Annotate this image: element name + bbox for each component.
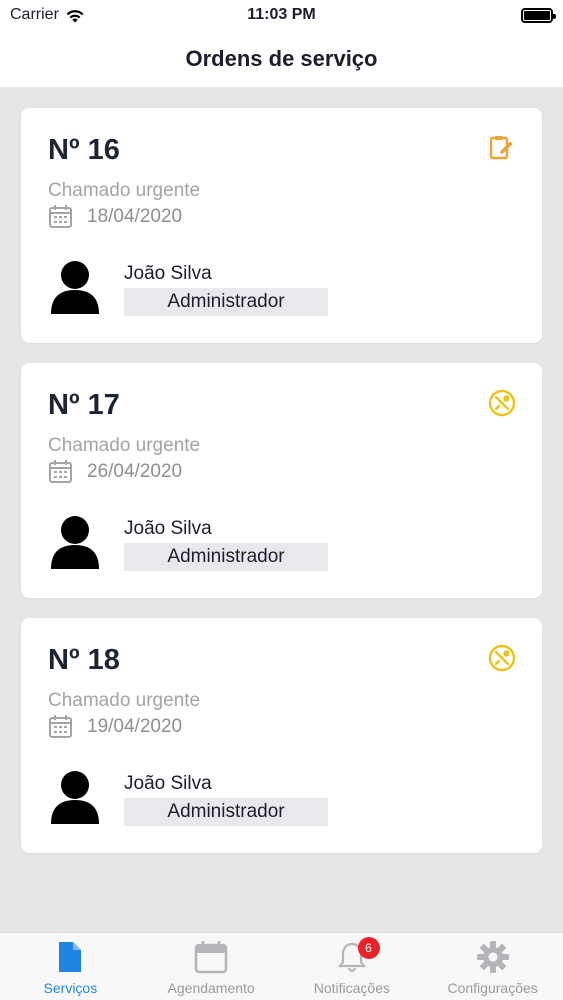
tab-label: Configurações — [447, 980, 538, 996]
tab-servicos[interactable]: Serviços — [0, 933, 141, 1000]
page-title: Ordens de serviço — [185, 45, 378, 71]
calendar-icon — [194, 941, 228, 974]
order-date: 26/04/2020 — [87, 460, 183, 482]
status-time: 11:03 PM — [247, 6, 316, 23]
order-date-row: 26/04/2020 — [48, 459, 182, 484]
tab-label: Notificações — [313, 980, 390, 996]
avatar — [51, 771, 99, 824]
tab-label: Serviços — [43, 980, 98, 996]
calendar-icon — [49, 715, 72, 738]
order-number: Nº 17 — [48, 389, 120, 421]
order-subtitle: Chamado urgente — [48, 690, 201, 711]
user-name: João Silva — [124, 518, 212, 539]
tab-configuracoes[interactable]: Configurações — [422, 933, 563, 1000]
order-card[interactable]: Nº 16 Chamado urgente 18/04/2020 João Si… — [21, 108, 542, 343]
order-card[interactable]: Nº 18 Chamado urgente 19/04/2020 João Si… — [21, 618, 542, 853]
tools-circle-icon[interactable] — [488, 644, 516, 672]
role-badge: Administrador — [124, 288, 328, 316]
role-badge: Administrador — [124, 798, 328, 826]
tools-circle-icon[interactable] — [488, 389, 516, 417]
tab-label: Agendamento — [167, 980, 255, 996]
role-badge: Administrador — [124, 543, 328, 571]
order-card[interactable]: Nº 17 Chamado urgente 26/04/2020 João Si… — [21, 363, 542, 598]
order-subtitle: Chamado urgente — [48, 180, 201, 201]
calendar-icon — [49, 460, 72, 483]
user-name: João Silva — [124, 773, 212, 794]
clipboard-edit-icon[interactable] — [488, 134, 516, 162]
status-bar: Carrier 11:03 PM — [0, 0, 563, 30]
tab-bar: Serviços Agendamento 6 Notificações Conf… — [0, 932, 563, 1000]
order-date-row: 19/04/2020 — [48, 714, 182, 739]
order-date-row: 18/04/2020 — [48, 204, 182, 229]
tab-notificacoes[interactable]: 6 Notificações — [282, 933, 423, 1000]
order-date: 18/04/2020 — [87, 205, 183, 227]
tab-agendamento[interactable]: Agendamento — [141, 933, 282, 1000]
avatar — [51, 261, 99, 314]
document-icon — [59, 942, 82, 972]
gear-icon — [476, 941, 509, 973]
order-subtitle: Chamado urgente — [48, 435, 201, 456]
navigation-bar: Ordens de serviço — [0, 30, 563, 87]
order-date: 19/04/2020 — [87, 715, 183, 737]
user-name: João Silva — [124, 263, 212, 284]
order-number: Nº 18 — [48, 644, 120, 676]
calendar-icon — [49, 205, 72, 228]
avatar — [51, 516, 99, 569]
notification-badge: 6 — [357, 937, 380, 959]
battery-icon — [521, 7, 556, 23]
orders-list[interactable]: Nº 16 Chamado urgente 18/04/2020 João Si… — [0, 87, 563, 932]
order-number: Nº 16 — [48, 134, 120, 166]
